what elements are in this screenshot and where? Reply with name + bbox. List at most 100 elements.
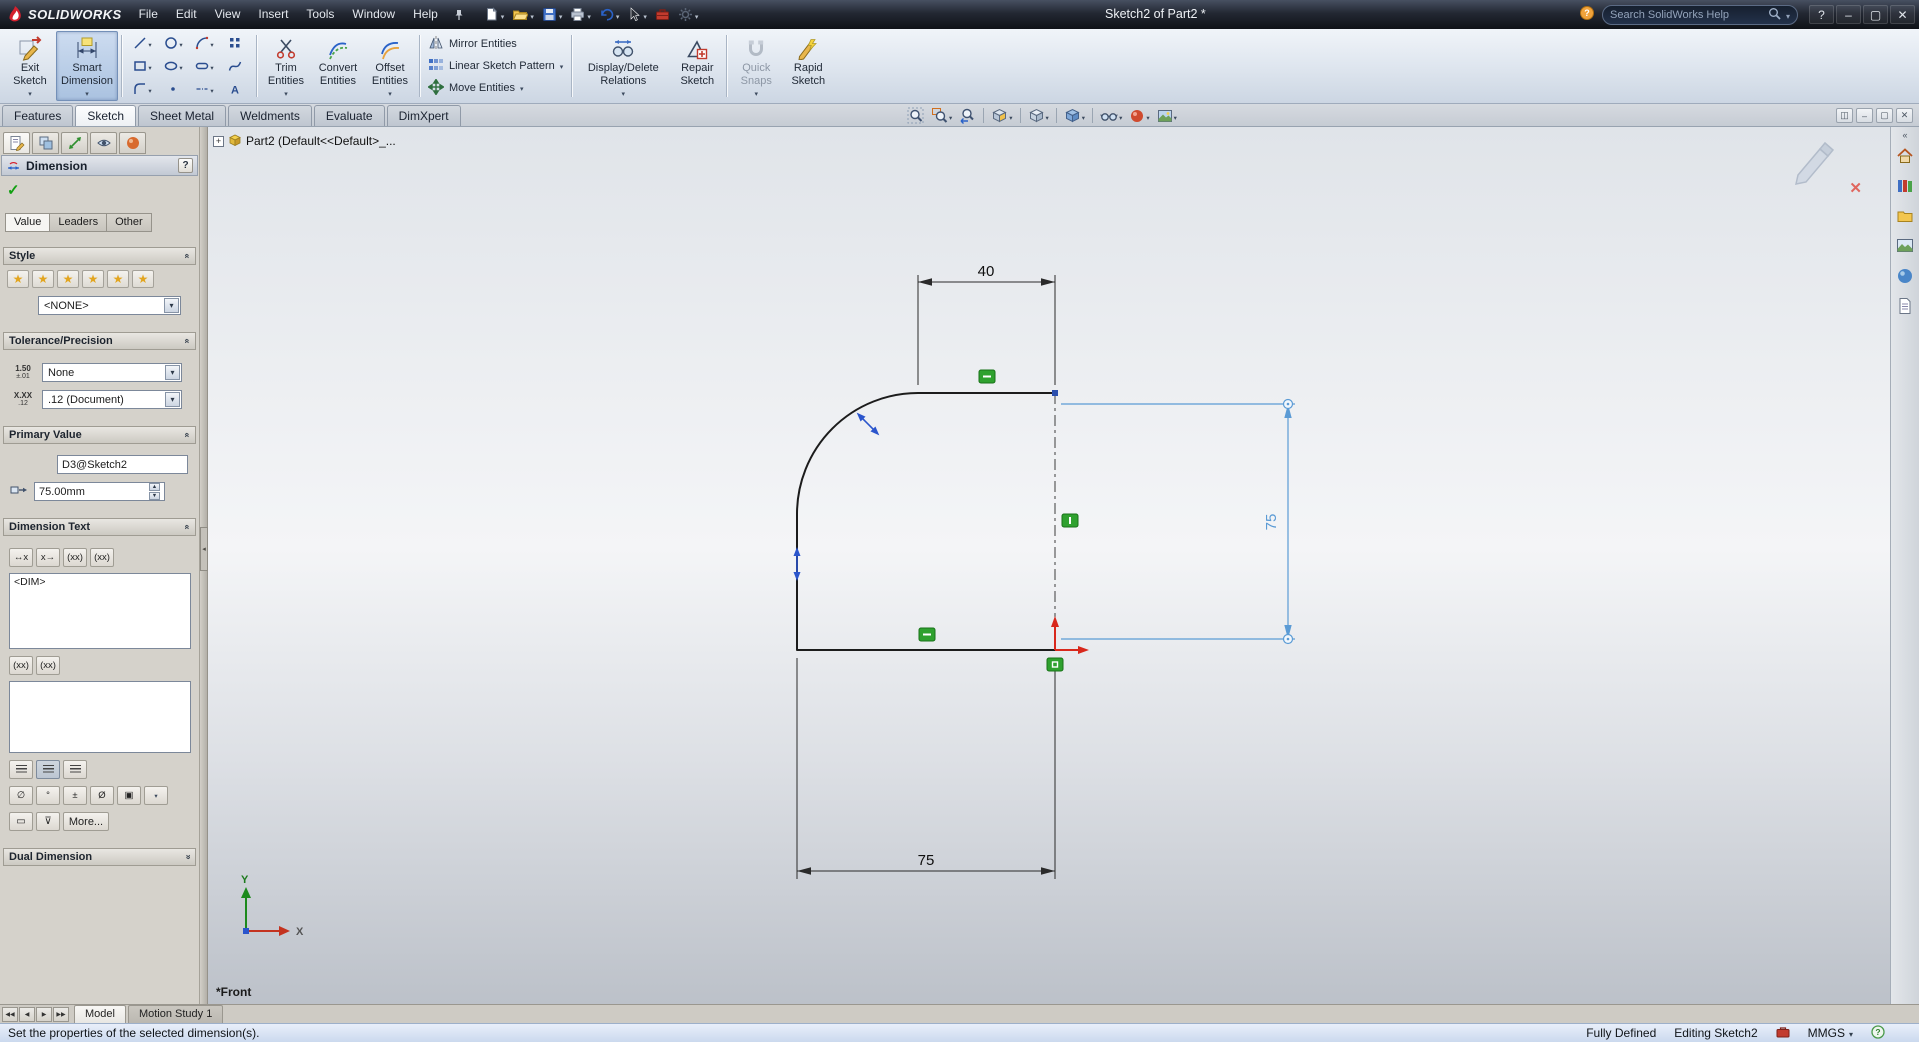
- load-favorite-button[interactable]: [132, 270, 154, 288]
- tp-appearances-tab[interactable]: [1894, 265, 1916, 287]
- task-pane-collapse-icon[interactable]: [1902, 130, 1907, 140]
- menu-edit[interactable]: Edit: [167, 0, 206, 29]
- tab-other[interactable]: Other: [106, 213, 152, 232]
- smart-dimension-button[interactable]: Smart Dimension: [56, 31, 118, 101]
- hide-show-icon[interactable]: [1098, 107, 1124, 125]
- pm-dimxpert-tab[interactable]: [61, 132, 88, 154]
- collapse-chevron-icon[interactable]: [185, 336, 190, 346]
- help-bubble-icon[interactable]: ?: [1579, 5, 1595, 24]
- select-cursor-icon[interactable]: [624, 4, 650, 26]
- display-style-icon[interactable]: [1062, 106, 1087, 125]
- options-icon[interactable]: [675, 4, 702, 26]
- tab-weldments[interactable]: Weldments: [228, 105, 312, 126]
- horizontal-constraint-badge[interactable]: [918, 627, 936, 642]
- view-orientation-icon[interactable]: [1026, 106, 1051, 125]
- dropdown-arrow-icon[interactable]: [284, 87, 288, 100]
- dropdown-arrow-icon[interactable]: [755, 87, 759, 100]
- expand-chevron-icon[interactable]: [185, 852, 190, 862]
- coincident-constraint-badge[interactable]: [1046, 657, 1064, 672]
- feature-tree-item[interactable]: Part2 (Default<<Default>_...: [213, 133, 396, 149]
- dimension-text-area-secondary[interactable]: [9, 681, 191, 753]
- dimension-name-field[interactable]: D3@Sketch2: [57, 455, 188, 474]
- slot-tool-button[interactable]: [189, 55, 220, 78]
- collapse-chevron-icon[interactable]: [185, 430, 190, 440]
- menu-window[interactable]: Window: [343, 0, 404, 29]
- justify-center-button[interactable]: [36, 760, 60, 779]
- tab-sketch[interactable]: Sketch: [75, 105, 137, 126]
- repair-sketch-button[interactable]: Repair Sketch: [671, 31, 723, 101]
- menu-help[interactable]: Help: [404, 0, 447, 29]
- dropdown-arrow-icon[interactable]: [520, 82, 524, 94]
- symbol-3-button[interactable]: ±: [63, 786, 87, 805]
- symbol-4-button[interactable]: Ø: [90, 786, 114, 805]
- symbol-2-button[interactable]: °: [36, 786, 60, 805]
- dimension-value-field[interactable]: 75.00mm: [34, 482, 165, 501]
- dropdown-arrow-icon[interactable]: [165, 392, 180, 407]
- tab-model[interactable]: Model: [74, 1005, 126, 1023]
- dimension-attach-arrows[interactable]: [793, 410, 882, 581]
- tab-leaders[interactable]: Leaders: [49, 213, 107, 232]
- open-icon[interactable]: [509, 4, 537, 26]
- doc-split-button[interactable]: ◫: [1836, 108, 1853, 123]
- symbol-5-button[interactable]: ▣: [117, 786, 141, 805]
- style-dropdown[interactable]: <NONE>: [38, 296, 181, 315]
- units-dropdown-icon[interactable]: [1849, 1026, 1853, 1040]
- tab-evaluate[interactable]: Evaluate: [313, 105, 385, 126]
- dropdown-arrow-icon[interactable]: [388, 87, 392, 100]
- spline-tool-button[interactable]: [220, 55, 251, 78]
- collapse-chevron-icon[interactable]: [185, 522, 190, 532]
- tp-custom-props-tab[interactable]: [1894, 295, 1916, 317]
- panel-splitter[interactable]: [200, 127, 208, 1004]
- tolerance-group-header[interactable]: Tolerance/Precision: [3, 332, 196, 350]
- tp-library-tab[interactable]: [1894, 175, 1916, 197]
- update-favorite-button[interactable]: [57, 270, 79, 288]
- tab-features[interactable]: Features: [2, 105, 74, 126]
- search-input[interactable]: Search SolidWorks Help: [1610, 9, 1763, 21]
- style-group-header[interactable]: Style: [3, 247, 196, 265]
- file-new-icon[interactable]: [481, 4, 508, 26]
- offset-entities-button[interactable]: Offset Entities: [364, 31, 416, 101]
- vertical-constraint-badge[interactable]: [1061, 513, 1079, 528]
- justify-left-button[interactable]: [9, 760, 33, 779]
- quick-snaps-button[interactable]: Quick Snaps: [730, 31, 782, 101]
- dimension-bottom-label[interactable]: 75: [918, 852, 935, 869]
- window-minimize-button[interactable]: –: [1836, 5, 1861, 24]
- ok-button[interactable]: ✓: [7, 181, 199, 201]
- tp-explorer-tab[interactable]: [1894, 205, 1916, 227]
- sketch-canvas[interactable]: 40 75 75: [208, 127, 1890, 1004]
- edit-appearance-icon[interactable]: [1127, 107, 1151, 125]
- dropdown-arrow-icon[interactable]: [560, 60, 564, 72]
- exit-sketch-button[interactable]: Exit Sketch: [4, 31, 56, 101]
- dim-text-xx-2-button[interactable]: (xx): [36, 656, 60, 675]
- convert-entities-button[interactable]: Convert Entities: [312, 31, 364, 101]
- toolbox-icon[interactable]: [652, 4, 673, 26]
- dimension-frame-button[interactable]: [9, 812, 33, 831]
- horizontal-constraint-badge[interactable]: [978, 369, 996, 384]
- spinner-up-icon[interactable]: [149, 483, 160, 491]
- window-close-button[interactable]: ✕: [1890, 5, 1915, 24]
- menu-view[interactable]: View: [206, 0, 250, 29]
- more-button[interactable]: More...: [63, 812, 109, 831]
- collapse-chevron-icon[interactable]: [185, 251, 190, 261]
- zoom-area-icon[interactable]: [929, 106, 954, 125]
- tab-dimxpert[interactable]: DimXpert: [386, 105, 461, 126]
- nav-previous-button[interactable]: ◀: [19, 1007, 35, 1022]
- toolbox-status-icon[interactable]: [1776, 1026, 1790, 1041]
- dimension-text-group-header[interactable]: Dimension Text: [3, 518, 196, 536]
- pm-config-tab[interactable]: [32, 132, 59, 154]
- rectangle-tool-button[interactable]: [127, 55, 158, 78]
- doc-minimize-button[interactable]: –: [1856, 108, 1873, 123]
- dimension-top[interactable]: 40: [917, 263, 1056, 385]
- arc-tool-button[interactable]: [189, 32, 220, 55]
- precision-dropdown[interactable]: .12 (Document): [42, 390, 182, 409]
- dropdown-arrow-icon[interactable]: [85, 87, 89, 100]
- set-default-style-button[interactable]: [7, 270, 29, 288]
- centerline-tool-button[interactable]: [189, 78, 220, 101]
- menu-insert[interactable]: Insert: [249, 0, 297, 29]
- save-favorite-button[interactable]: [107, 270, 129, 288]
- nav-forward-button[interactable]: ▶▶: [53, 1007, 69, 1022]
- section-view-icon[interactable]: [989, 106, 1014, 125]
- dimension-inspection-button[interactable]: [36, 812, 60, 831]
- linear-sketch-pattern-button[interactable]: Linear Sketch Pattern: [428, 57, 563, 76]
- status-units[interactable]: MMGS: [1808, 1026, 1853, 1040]
